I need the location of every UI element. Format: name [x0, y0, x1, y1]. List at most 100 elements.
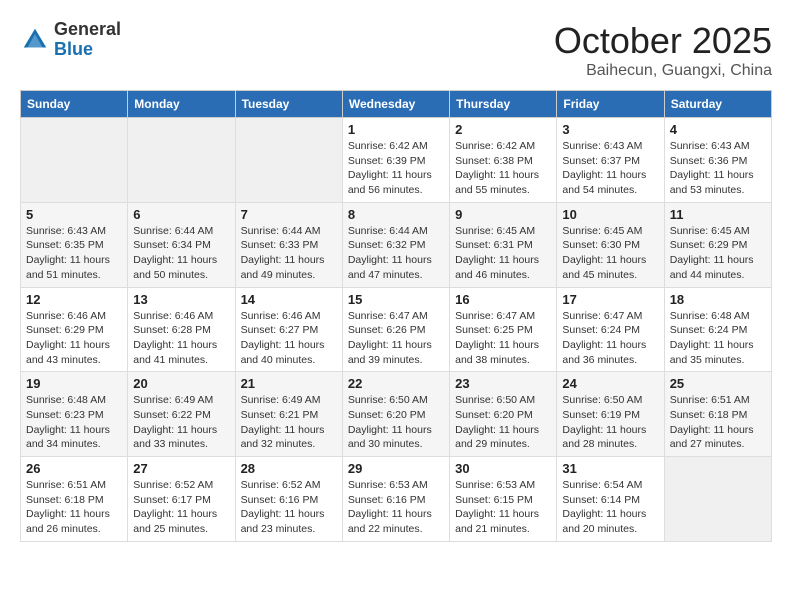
day-info: Sunrise: 6:42 AM Sunset: 6:39 PM Dayligh…	[348, 139, 444, 198]
weekday-header-sunday: Sunday	[21, 91, 128, 118]
day-info: Sunrise: 6:50 AM Sunset: 6:20 PM Dayligh…	[455, 393, 551, 452]
day-info: Sunrise: 6:46 AM Sunset: 6:29 PM Dayligh…	[26, 309, 122, 368]
calendar-cell: 27 Sunrise: 6:52 AM Sunset: 6:17 PM Dayli…	[128, 457, 235, 542]
day-number: 21	[241, 376, 337, 391]
calendar-cell: 17 Sunrise: 6:47 AM Sunset: 6:24 PM Dayli…	[557, 287, 664, 372]
calendar-cell: 22 Sunrise: 6:50 AM Sunset: 6:20 PM Dayli…	[342, 372, 449, 457]
calendar-table: SundayMondayTuesdayWednesdayThursdayFrid…	[20, 90, 772, 542]
day-info: Sunrise: 6:52 AM Sunset: 6:17 PM Dayligh…	[133, 478, 229, 537]
location-title: Baihecun, Guangxi, China	[554, 62, 772, 80]
day-info: Sunrise: 6:45 AM Sunset: 6:30 PM Dayligh…	[562, 224, 658, 283]
calendar-cell: 14 Sunrise: 6:46 AM Sunset: 6:27 PM Dayli…	[235, 287, 342, 372]
day-number: 24	[562, 376, 658, 391]
week-row-2: 5 Sunrise: 6:43 AM Sunset: 6:35 PM Daylig…	[21, 202, 772, 287]
day-number: 7	[241, 207, 337, 222]
calendar-cell: 5 Sunrise: 6:43 AM Sunset: 6:35 PM Daylig…	[21, 202, 128, 287]
calendar-cell: 19Sunrise: 6:48 AM Sunset: 6:23 PM Dayli…	[21, 372, 128, 457]
weekday-header-friday: Friday	[557, 91, 664, 118]
day-number: 14	[241, 292, 337, 307]
day-number: 16	[455, 292, 551, 307]
day-number: 9	[455, 207, 551, 222]
day-info: Sunrise: 6:50 AM Sunset: 6:19 PM Dayligh…	[562, 393, 658, 452]
calendar-cell: 1 Sunrise: 6:42 AM Sunset: 6:39 PM Daylig…	[342, 118, 449, 203]
calendar-cell: 11Sunrise: 6:45 AM Sunset: 6:29 PM Dayli…	[664, 202, 771, 287]
day-number: 18	[670, 292, 766, 307]
day-info: Sunrise: 6:44 AM Sunset: 6:34 PM Dayligh…	[133, 224, 229, 283]
logo-general: General	[54, 20, 121, 40]
day-number: 4	[670, 122, 766, 137]
day-info: Sunrise: 6:44 AM Sunset: 6:33 PM Dayligh…	[241, 224, 337, 283]
day-number: 5	[26, 207, 122, 222]
day-info: Sunrise: 6:42 AM Sunset: 6:38 PM Dayligh…	[455, 139, 551, 198]
day-number: 15	[348, 292, 444, 307]
day-info: Sunrise: 6:45 AM Sunset: 6:31 PM Dayligh…	[455, 224, 551, 283]
calendar-cell: 15 Sunrise: 6:47 AM Sunset: 6:26 PM Dayli…	[342, 287, 449, 372]
day-number: 13	[133, 292, 229, 307]
weekday-header-row: SundayMondayTuesdayWednesdayThursdayFrid…	[21, 91, 772, 118]
week-row-5: 26Sunrise: 6:51 AM Sunset: 6:18 PM Dayli…	[21, 457, 772, 542]
day-number: 31	[562, 461, 658, 476]
day-info: Sunrise: 6:47 AM Sunset: 6:25 PM Dayligh…	[455, 309, 551, 368]
calendar-cell: 12 Sunrise: 6:46 AM Sunset: 6:29 PM Dayli…	[21, 287, 128, 372]
day-info: Sunrise: 6:43 AM Sunset: 6:37 PM Dayligh…	[562, 139, 658, 198]
calendar-cell: 23 Sunrise: 6:50 AM Sunset: 6:20 PM Dayli…	[450, 372, 557, 457]
calendar-cell	[664, 457, 771, 542]
weekday-header-tuesday: Tuesday	[235, 91, 342, 118]
calendar-cell: 24 Sunrise: 6:50 AM Sunset: 6:19 PM Dayli…	[557, 372, 664, 457]
logo-icon	[20, 25, 50, 55]
weekday-header-monday: Monday	[128, 91, 235, 118]
day-info: Sunrise: 6:53 AM Sunset: 6:15 PM Dayligh…	[455, 478, 551, 537]
day-number: 28	[241, 461, 337, 476]
day-info: Sunrise: 6:47 AM Sunset: 6:26 PM Dayligh…	[348, 309, 444, 368]
week-row-1: 1 Sunrise: 6:42 AM Sunset: 6:39 PM Daylig…	[21, 118, 772, 203]
calendar-cell: 28 Sunrise: 6:52 AM Sunset: 6:16 PM Dayli…	[235, 457, 342, 542]
calendar-cell: 21Sunrise: 6:49 AM Sunset: 6:21 PM Dayli…	[235, 372, 342, 457]
day-number: 30	[455, 461, 551, 476]
day-info: Sunrise: 6:45 AM Sunset: 6:29 PM Dayligh…	[670, 224, 766, 283]
calendar-cell: 10 Sunrise: 6:45 AM Sunset: 6:30 PM Dayli…	[557, 202, 664, 287]
day-info: Sunrise: 6:52 AM Sunset: 6:16 PM Dayligh…	[241, 478, 337, 537]
calendar-cell: 4 Sunrise: 6:43 AM Sunset: 6:36 PM Daylig…	[664, 118, 771, 203]
day-number: 1	[348, 122, 444, 137]
header: General Blue October 2025 Baihecun, Guan…	[20, 20, 772, 80]
calendar-cell: 29Sunrise: 6:53 AM Sunset: 6:16 PM Dayli…	[342, 457, 449, 542]
day-number: 8	[348, 207, 444, 222]
calendar-cell: 13 Sunrise: 6:46 AM Sunset: 6:28 PM Dayli…	[128, 287, 235, 372]
logo-blue: Blue	[54, 40, 121, 60]
day-info: Sunrise: 6:43 AM Sunset: 6:35 PM Dayligh…	[26, 224, 122, 283]
weekday-header-wednesday: Wednesday	[342, 91, 449, 118]
day-number: 12	[26, 292, 122, 307]
day-number: 3	[562, 122, 658, 137]
weekday-header-thursday: Thursday	[450, 91, 557, 118]
calendar-cell	[21, 118, 128, 203]
calendar-cell: 18 Sunrise: 6:48 AM Sunset: 6:24 PM Dayli…	[664, 287, 771, 372]
calendar-cell: 2Sunrise: 6:42 AM Sunset: 6:38 PM Daylig…	[450, 118, 557, 203]
day-number: 17	[562, 292, 658, 307]
day-info: Sunrise: 6:48 AM Sunset: 6:24 PM Dayligh…	[670, 309, 766, 368]
day-info: Sunrise: 6:49 AM Sunset: 6:22 PM Dayligh…	[133, 393, 229, 452]
day-number: 10	[562, 207, 658, 222]
day-info: Sunrise: 6:50 AM Sunset: 6:20 PM Dayligh…	[348, 393, 444, 452]
calendar-cell: 6Sunrise: 6:44 AM Sunset: 6:34 PM Daylig…	[128, 202, 235, 287]
day-info: Sunrise: 6:53 AM Sunset: 6:16 PM Dayligh…	[348, 478, 444, 537]
calendar-cell	[128, 118, 235, 203]
calendar-cell: 3 Sunrise: 6:43 AM Sunset: 6:37 PM Daylig…	[557, 118, 664, 203]
week-row-3: 12 Sunrise: 6:46 AM Sunset: 6:29 PM Dayli…	[21, 287, 772, 372]
calendar-cell: 9 Sunrise: 6:45 AM Sunset: 6:31 PM Daylig…	[450, 202, 557, 287]
logo: General Blue	[20, 20, 121, 60]
day-info: Sunrise: 6:46 AM Sunset: 6:27 PM Dayligh…	[241, 309, 337, 368]
calendar-cell: 25Sunrise: 6:51 AM Sunset: 6:18 PM Dayli…	[664, 372, 771, 457]
calendar-cell: 8 Sunrise: 6:44 AM Sunset: 6:32 PM Daylig…	[342, 202, 449, 287]
day-number: 27	[133, 461, 229, 476]
day-info: Sunrise: 6:46 AM Sunset: 6:28 PM Dayligh…	[133, 309, 229, 368]
day-info: Sunrise: 6:44 AM Sunset: 6:32 PM Dayligh…	[348, 224, 444, 283]
day-info: Sunrise: 6:47 AM Sunset: 6:24 PM Dayligh…	[562, 309, 658, 368]
day-info: Sunrise: 6:43 AM Sunset: 6:36 PM Dayligh…	[670, 139, 766, 198]
day-info: Sunrise: 6:54 AM Sunset: 6:14 PM Dayligh…	[562, 478, 658, 537]
day-number: 19	[26, 376, 122, 391]
day-number: 22	[348, 376, 444, 391]
day-number: 23	[455, 376, 551, 391]
day-number: 25	[670, 376, 766, 391]
day-number: 26	[26, 461, 122, 476]
logo-text: General Blue	[54, 20, 121, 60]
